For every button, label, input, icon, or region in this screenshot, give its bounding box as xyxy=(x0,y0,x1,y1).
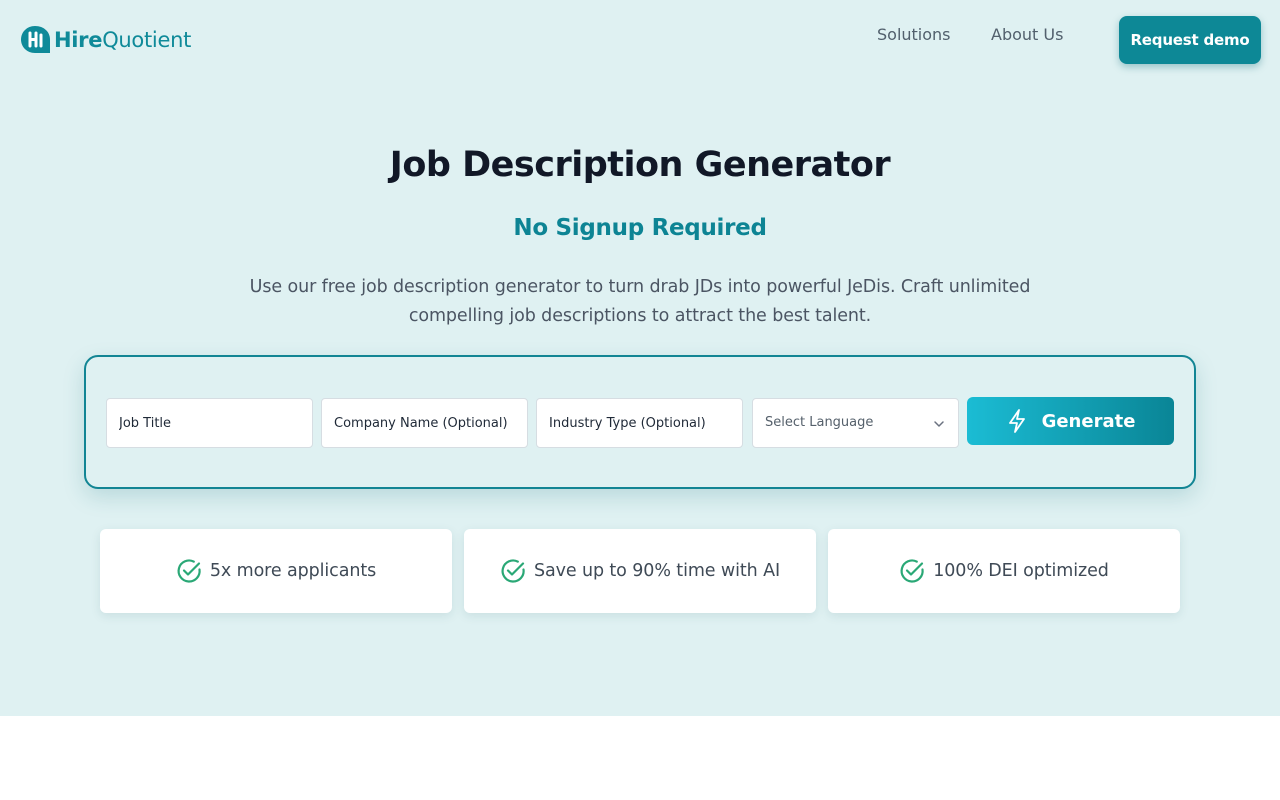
chevron-down-icon xyxy=(934,421,944,427)
check-circle-icon xyxy=(900,559,924,583)
feature-label: 100% DEI optimized xyxy=(933,561,1109,581)
nav-solutions[interactable]: Solutions xyxy=(877,25,951,45)
logo[interactable]: HireQuotient xyxy=(20,24,191,56)
nav-about-us[interactable]: About Us xyxy=(991,25,1063,45)
page-subtitle: No Signup Required xyxy=(513,215,767,241)
feature-card: Save up to 90% time with AI xyxy=(464,529,816,613)
feature-card: 100% DEI optimized xyxy=(828,529,1180,613)
logo-hire: Hire xyxy=(54,28,103,52)
generate-button[interactable]: Generate xyxy=(967,397,1174,445)
feature-label: Save up to 90% time with AI xyxy=(533,561,781,581)
language-select-value: Select Language xyxy=(765,415,874,430)
site-header: HireQuotient Solutions About Us Request … xyxy=(0,0,1280,80)
language-select[interactable]: Select Language xyxy=(752,398,959,448)
generate-label: Generate xyxy=(1041,410,1136,432)
page-description: Use our free job description generator t… xyxy=(249,277,1031,326)
logo-mark-icon xyxy=(21,26,50,53)
industry-type-input[interactable] xyxy=(536,398,743,448)
check-circle-icon xyxy=(501,559,525,583)
page-title: Job Description Generator xyxy=(389,145,891,185)
feature-card: 5x more applicants xyxy=(100,529,452,613)
logo-quotient: Quotient xyxy=(102,28,192,52)
job-title-input[interactable] xyxy=(106,398,313,448)
request-demo-button[interactable]: Request demo xyxy=(1119,16,1261,64)
feature-label: 5x more applicants xyxy=(209,561,377,581)
lightning-bolt-icon xyxy=(1008,409,1025,433)
check-circle-icon xyxy=(177,559,201,583)
logo-text: HireQuotient xyxy=(54,25,191,55)
company-name-input[interactable] xyxy=(321,398,528,448)
generator-form: Select Language Generate xyxy=(84,355,1196,489)
